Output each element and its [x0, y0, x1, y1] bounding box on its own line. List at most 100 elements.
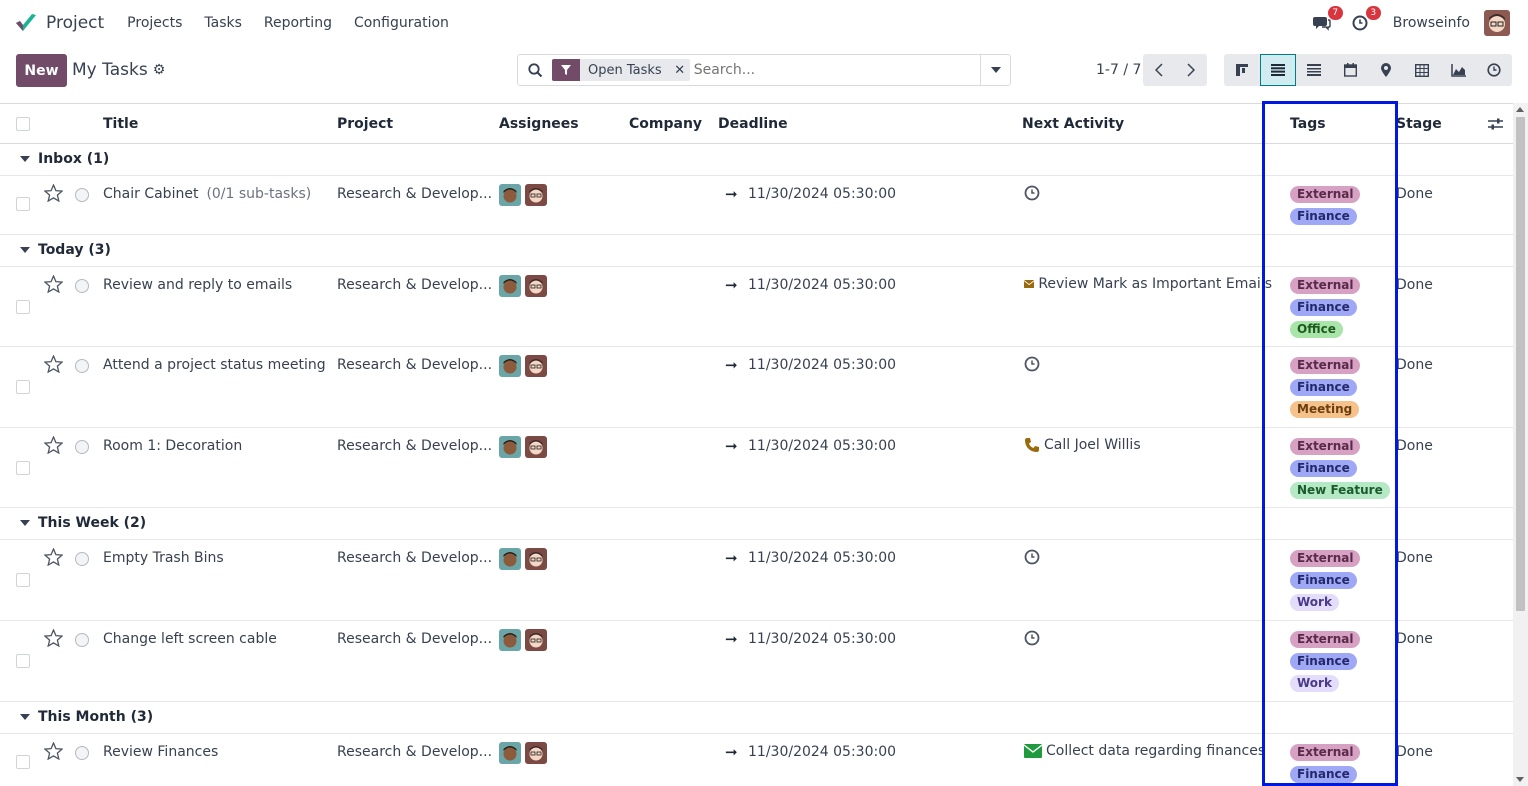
- assignee-avatar[interactable]: [499, 184, 521, 206]
- table-row[interactable]: Chair Cabinet (0/1 sub-tasks) Research & …: [0, 176, 1513, 235]
- activities-button[interactable]: 3: [1349, 6, 1381, 34]
- table-row[interactable]: Review Finances Research & Develop... ➞ …: [0, 734, 1513, 786]
- search-input[interactable]: [693, 62, 974, 78]
- form-view-button[interactable]: [1296, 54, 1332, 86]
- assignee-avatar[interactable]: [525, 184, 547, 206]
- tag-badge: Finance: [1290, 299, 1357, 316]
- assignee-avatar[interactable]: [525, 742, 547, 764]
- menu-configuration[interactable]: Configuration: [343, 15, 460, 31]
- facet-close-icon[interactable]: ✕: [670, 63, 690, 78]
- row-checkbox[interactable]: [16, 755, 30, 769]
- list-view-button[interactable]: [1260, 54, 1296, 86]
- assignee-avatar[interactable]: [525, 629, 547, 651]
- assignee-avatar[interactable]: [525, 548, 547, 570]
- status-circle[interactable]: [75, 188, 89, 202]
- status-circle[interactable]: [75, 359, 89, 373]
- group-row-this-week[interactable]: This Week (2): [0, 508, 1513, 540]
- table-row[interactable]: Review and reply to emails Research & De…: [0, 267, 1513, 347]
- star-icon[interactable]: [44, 275, 63, 293]
- column-stage[interactable]: Stage: [1396, 116, 1442, 132]
- pager-value[interactable]: 1-7 / 7: [1096, 62, 1141, 78]
- task-deadline: 11/30/2024 05:30:00: [748, 186, 897, 202]
- status-circle[interactable]: [75, 440, 89, 454]
- assignee-avatar[interactable]: [525, 436, 547, 458]
- table-row[interactable]: Room 1: Decoration Research & Develop...…: [0, 428, 1513, 508]
- star-icon[interactable]: [44, 742, 63, 760]
- assignee-avatar[interactable]: [499, 742, 521, 764]
- group-row-today[interactable]: Today (3): [0, 235, 1513, 267]
- task-stage: Done: [1396, 631, 1433, 647]
- status-circle[interactable]: [75, 633, 89, 647]
- row-checkbox[interactable]: [16, 573, 30, 587]
- next-activity[interactable]: [1024, 630, 1044, 646]
- star-icon[interactable]: [44, 629, 63, 647]
- menu-projects[interactable]: Projects: [116, 15, 193, 31]
- activity-summary: Collect data regarding finances: [1046, 743, 1266, 759]
- star-icon[interactable]: [44, 436, 63, 454]
- table-row[interactable]: Change left screen cable Research & Deve…: [0, 621, 1513, 702]
- row-checkbox[interactable]: [16, 380, 30, 394]
- next-activity[interactable]: [1024, 549, 1044, 565]
- row-checkbox[interactable]: [16, 197, 30, 211]
- column-assignees[interactable]: Assignees: [499, 116, 579, 132]
- assignee-avatar[interactable]: [499, 275, 521, 297]
- next-activity[interactable]: Collect data regarding finances: [1024, 743, 1265, 759]
- pager-previous-button[interactable]: [1143, 54, 1175, 86]
- scroll-down-arrow-icon[interactable]: [1516, 777, 1524, 782]
- assignee-avatar[interactable]: [499, 436, 521, 458]
- column-project[interactable]: Project: [337, 116, 393, 132]
- search-options-toggle[interactable]: [980, 55, 1010, 85]
- user-company-name[interactable]: Browseinfo: [1393, 15, 1470, 31]
- column-tags[interactable]: Tags: [1290, 116, 1326, 132]
- user-avatar[interactable]: [1484, 10, 1510, 36]
- optional-columns-icon[interactable]: [1488, 117, 1503, 131]
- table-row[interactable]: Empty Trash Bins Research & Develop... ➞…: [0, 540, 1513, 621]
- search-icon[interactable]: [518, 62, 552, 78]
- column-title[interactable]: Title: [103, 116, 138, 132]
- row-checkbox[interactable]: [16, 461, 30, 475]
- graph-view-button[interactable]: [1440, 54, 1476, 86]
- menu-reporting[interactable]: Reporting: [253, 15, 343, 31]
- row-checkbox[interactable]: [16, 300, 30, 314]
- next-activity[interactable]: [1024, 185, 1044, 201]
- messages-button[interactable]: 7: [1311, 6, 1343, 34]
- status-circle[interactable]: [75, 552, 89, 566]
- group-row-inbox[interactable]: Inbox (1): [0, 144, 1513, 176]
- column-deadline[interactable]: Deadline: [718, 116, 788, 132]
- app-brand[interactable]: Project: [14, 11, 104, 35]
- next-activity[interactable]: Review Mark as Important Emails: [1024, 276, 1272, 292]
- assignee-avatar[interactable]: [525, 355, 547, 377]
- scroll-up-arrow-icon[interactable]: [1516, 107, 1524, 112]
- table-row[interactable]: Attend a project status meeting Research…: [0, 347, 1513, 428]
- clock-icon: [1024, 630, 1040, 646]
- kanban-view-button[interactable]: [1224, 54, 1260, 86]
- new-button[interactable]: New: [16, 54, 67, 87]
- star-icon[interactable]: [44, 548, 63, 566]
- assignee-avatar[interactable]: [499, 629, 521, 651]
- status-circle[interactable]: [75, 279, 89, 293]
- kanban-icon: [1236, 64, 1248, 76]
- star-icon[interactable]: [44, 355, 63, 373]
- status-circle[interactable]: [75, 746, 89, 760]
- assignee-avatar[interactable]: [499, 355, 521, 377]
- vertical-scrollbar[interactable]: [1513, 103, 1528, 786]
- row-checkbox[interactable]: [16, 654, 30, 668]
- pivot-view-button[interactable]: [1404, 54, 1440, 86]
- gear-icon[interactable]: ⚙: [153, 62, 166, 78]
- next-activity[interactable]: Call Joel Willis: [1024, 437, 1141, 453]
- pager-next-button[interactable]: [1175, 54, 1207, 86]
- assignee-avatar[interactable]: [525, 275, 547, 297]
- scrollbar-thumb[interactable]: [1516, 117, 1525, 611]
- next-activity[interactable]: [1024, 356, 1044, 372]
- map-view-button[interactable]: [1368, 54, 1404, 86]
- calendar-view-button[interactable]: [1332, 54, 1368, 86]
- column-next-activity[interactable]: Next Activity: [1022, 116, 1124, 132]
- activity-view-button[interactable]: [1476, 54, 1512, 86]
- star-icon[interactable]: [44, 184, 63, 202]
- menu-tasks[interactable]: Tasks: [193, 15, 253, 31]
- tag-badge: External: [1290, 550, 1361, 567]
- group-row-this-month[interactable]: This Month (3): [0, 702, 1513, 734]
- select-all-checkbox[interactable]: [16, 117, 30, 131]
- assignee-avatar[interactable]: [499, 548, 521, 570]
- column-company[interactable]: Company: [629, 116, 702, 132]
